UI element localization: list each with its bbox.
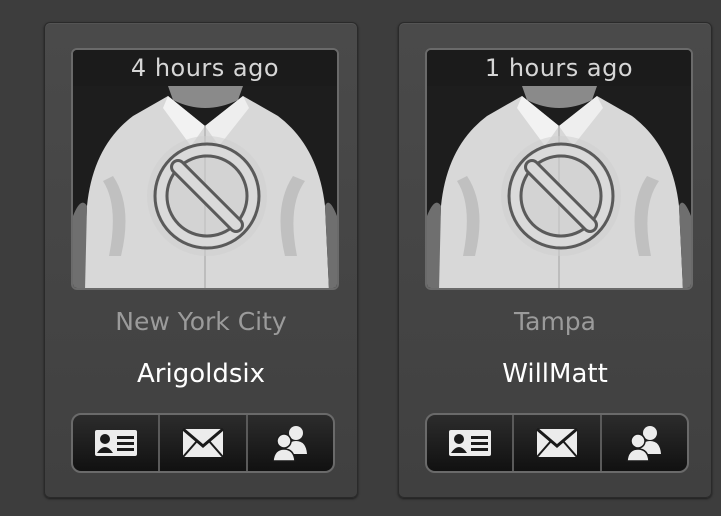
profile-photo[interactable]: 4 hours ago: [71, 48, 339, 290]
mail-icon: [182, 428, 224, 458]
username-label[interactable]: Arigoldsix: [45, 359, 357, 389]
username-label[interactable]: WillMatt: [399, 359, 711, 389]
users-icon: [626, 426, 662, 462]
send-message-button[interactable]: [160, 415, 248, 471]
location-label: New York City: [115, 307, 287, 336]
profile-card-icon: [94, 430, 137, 456]
blocked-icon: [147, 136, 267, 256]
friends-button[interactable]: [248, 415, 333, 471]
time-ago-label: 1 hours ago: [427, 50, 691, 86]
action-bar: [71, 413, 335, 473]
time-ago-label: 4 hours ago: [73, 50, 337, 86]
view-profile-button[interactable]: [73, 415, 161, 471]
users-icon: [272, 426, 308, 462]
location-label: Tampa: [514, 307, 596, 336]
profile-card[interactable]: 4 hours ago New York City Arigoldsix: [44, 22, 358, 498]
profile-card[interactable]: 1 hours ago Tampa WillMatt: [398, 22, 712, 498]
action-bar: [425, 413, 689, 473]
mail-icon: [536, 428, 578, 458]
send-message-button[interactable]: [514, 415, 602, 471]
view-profile-button[interactable]: [427, 415, 515, 471]
profile-card-icon: [448, 430, 491, 456]
profile-photo[interactable]: 1 hours ago: [425, 48, 693, 290]
friends-button[interactable]: [602, 415, 687, 471]
blocked-icon: [501, 136, 621, 256]
